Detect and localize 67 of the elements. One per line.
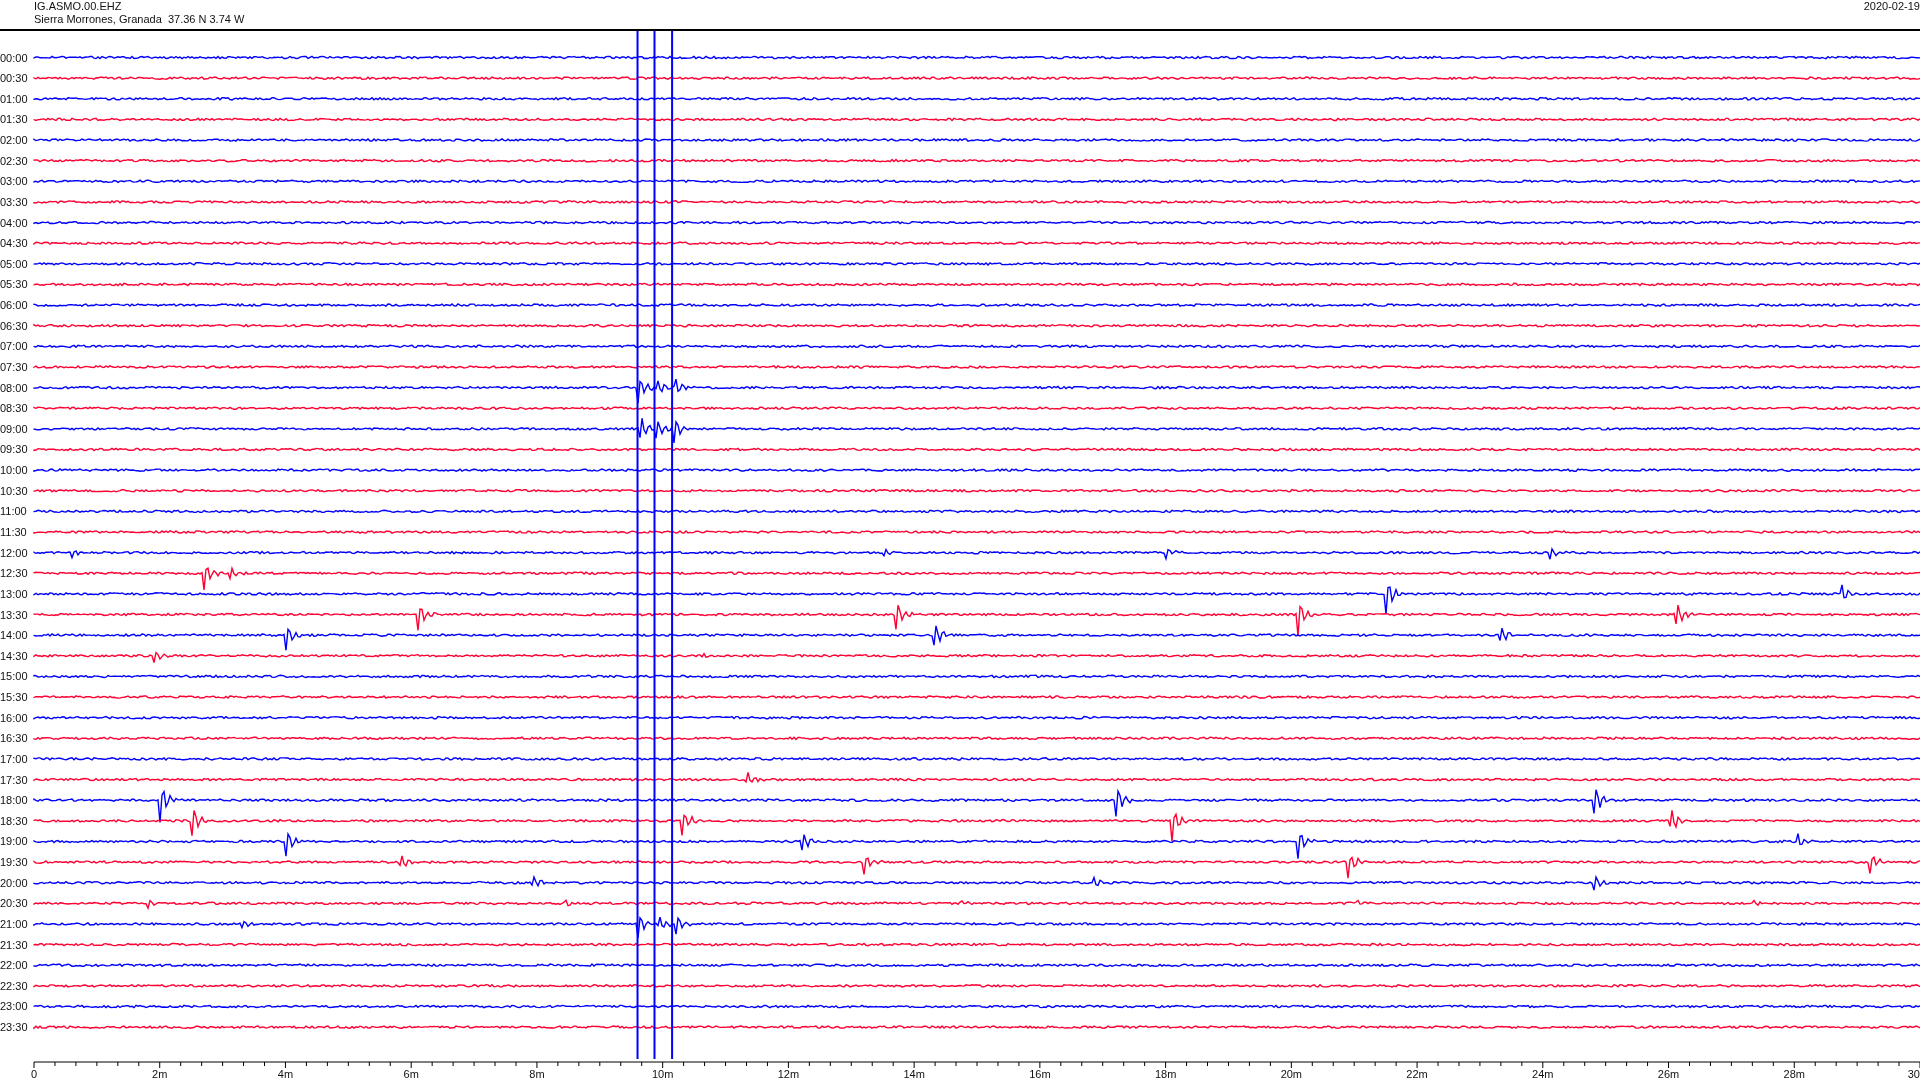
time-label: 21:30: [0, 938, 28, 951]
axis-tick-label: 20m: [1280, 1068, 1303, 1080]
axis-tick-label: 2m: [152, 1068, 168, 1080]
time-label: 15:00: [0, 670, 28, 683]
time-label: 04:00: [0, 216, 28, 229]
time-label: 21:00: [0, 917, 28, 930]
station-code: IG.ASMO.00.EHZ: [34, 0, 123, 13]
axis-tick-label: 14m: [903, 1068, 925, 1080]
time-label: 22:30: [0, 979, 28, 992]
time-label: 01:30: [0, 113, 28, 126]
axis-tick-label: 24m: [1532, 1068, 1554, 1080]
axis-tick-label: 16m: [1029, 1068, 1051, 1080]
axis-tick-label: 28m: [1783, 1068, 1805, 1080]
time-label: 04:30: [0, 237, 28, 250]
time-label: 15:30: [0, 691, 28, 704]
time-label: 18:30: [0, 814, 28, 827]
time-label: 20:00: [0, 876, 28, 889]
time-label: 07:00: [0, 340, 28, 353]
station-location: Sierra Morrones, Granada 37.36 N 3.74 W: [34, 13, 245, 26]
axis-tick-label: 26m: [1657, 1068, 1680, 1080]
axis-tick-label: 30: [1907, 1068, 1920, 1080]
time-label: 05:30: [0, 278, 28, 291]
axis-tick-label: 0: [30, 1068, 38, 1080]
axis-tick-label: 22m: [1406, 1068, 1428, 1080]
time-label: 22:00: [0, 959, 28, 972]
time-label: 16:00: [0, 711, 28, 724]
time-label: 03:30: [0, 195, 28, 208]
time-label: 12:30: [0, 567, 28, 580]
axis-tick-label: 8m: [529, 1068, 545, 1080]
time-label: 02:30: [0, 154, 28, 167]
time-label: 08:30: [0, 402, 28, 415]
time-label: 19:30: [0, 856, 28, 869]
time-label: 16:30: [0, 732, 28, 745]
time-label: 18:00: [0, 794, 28, 807]
time-label: 17:00: [0, 752, 28, 765]
axis-tick-label: 6m: [403, 1068, 419, 1080]
axis-tick-label: 18m: [1154, 1068, 1177, 1080]
time-label: 00:00: [0, 51, 28, 64]
time-label: 01:00: [0, 92, 28, 105]
time-label: 06:00: [0, 299, 28, 312]
time-label: 11:30: [0, 526, 27, 538]
time-label: 13:00: [0, 587, 28, 600]
time-label: 11:00: [0, 505, 27, 518]
time-label: 02:00: [0, 134, 28, 146]
time-label: 23:30: [0, 1021, 28, 1034]
time-label: 14:00: [0, 629, 28, 642]
time-label: 09:00: [0, 422, 28, 435]
axis-tick-label: 10m: [651, 1068, 674, 1080]
time-label: 03:00: [0, 175, 28, 188]
time-label: 09:30: [0, 443, 28, 456]
time-label: 08:00: [0, 381, 28, 394]
axis-tick-label: 4m: [277, 1068, 294, 1080]
time-label: 20:30: [0, 897, 28, 910]
time-label: 12:00: [0, 546, 28, 559]
time-label: 13:30: [0, 608, 28, 621]
time-label: 00:30: [0, 72, 28, 85]
time-label: 19:00: [0, 835, 28, 848]
time-label: 05:00: [0, 257, 28, 270]
axis-tick-label: 12m: [777, 1068, 800, 1080]
time-label: 10:00: [0, 464, 28, 477]
date-label: 2020-02-19: [1863, 0, 1920, 14]
time-label: 10:30: [0, 484, 28, 497]
time-label: 06:30: [0, 319, 28, 332]
time-label: 07:30: [0, 360, 28, 373]
time-label: 17:30: [0, 773, 28, 786]
time-label: 14:30: [0, 649, 28, 662]
time-label: 23:00: [0, 1000, 28, 1013]
